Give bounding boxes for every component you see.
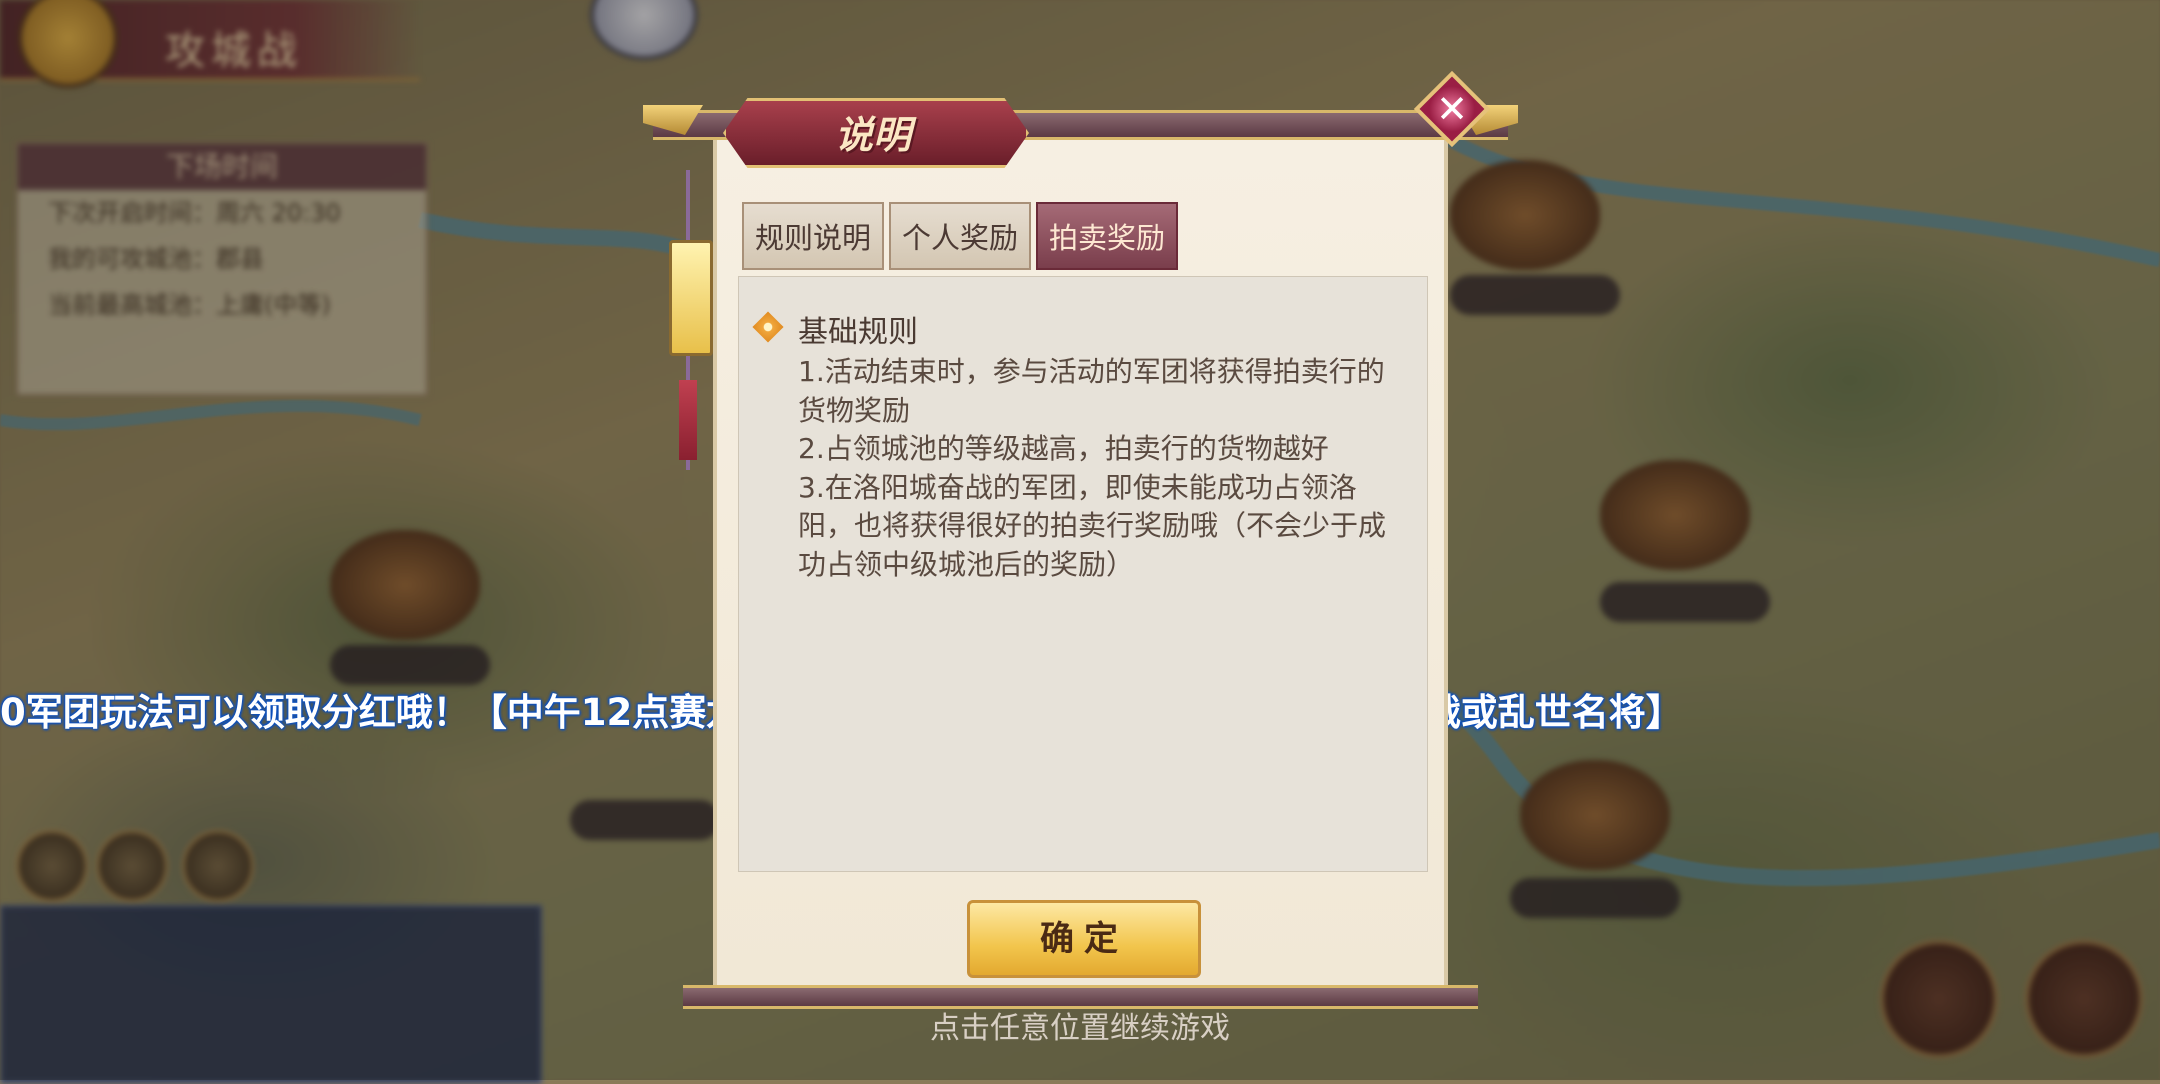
section-title: 基础规则 — [798, 315, 918, 350]
rules-list: 1.活动结束时，参与活动的军团将获得拍卖行的货物奖励 2.占领城池的等级越高，拍… — [798, 353, 1408, 584]
continue-hint[interactable]: 点击任意位置继续游戏 — [0, 1003, 2160, 1047]
close-icon: ✕ — [1436, 87, 1468, 131]
rules-dialog: 规则说明 个人奖励 拍卖奖励 基础规则 1.活动结束时，参与活动的军团将获得拍卖… — [653, 70, 1508, 1009]
tab-personal-reward[interactable]: 个人奖励 — [889, 202, 1031, 270]
dialog-tabs: 规则说明 个人奖励 拍卖奖励 — [742, 202, 1178, 272]
dialog-title: 说明 — [834, 112, 911, 157]
confirm-button[interactable]: 确定 — [967, 900, 1201, 978]
diamond-bullet-icon — [752, 311, 784, 343]
dialog-body: 规则说明 个人奖励 拍卖奖励 基础规则 1.活动结束时，参与活动的军团将获得拍卖… — [713, 140, 1448, 990]
close-button[interactable]: ✕ — [1413, 70, 1491, 148]
rule-item: 3.在洛阳城奋战的军团，即使未能成功占领洛阳，也将获得很好的拍卖行奖励哦（不会少… — [798, 470, 1387, 581]
rule-item: 2.占领城池的等级越高，拍卖行的货物越好 — [798, 432, 1329, 465]
tab-rules[interactable]: 规则说明 — [742, 202, 884, 270]
lantern-decoration-icon — [669, 170, 713, 470]
tab-auction-reward[interactable]: 拍卖奖励 — [1036, 202, 1178, 270]
rules-content: 基础规则 1.活动结束时，参与活动的军团将获得拍卖行的货物奖励 2.占领城池的等… — [738, 276, 1428, 872]
rule-item: 1.活动结束时，参与活动的军团将获得拍卖行的货物奖励 — [798, 355, 1385, 427]
